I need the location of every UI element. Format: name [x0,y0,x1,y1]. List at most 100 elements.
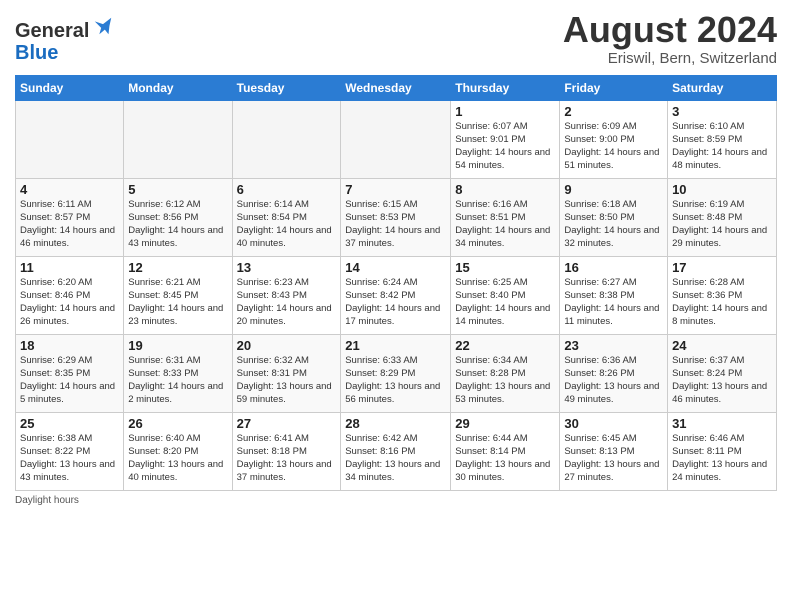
calendar-table: SundayMondayTuesdayWednesdayThursdayFrid… [15,75,777,491]
week-row-3: 18Sunrise: 6:29 AMSunset: 8:35 PMDayligh… [16,334,777,412]
day-number: 11 [20,260,119,275]
day-number: 21 [345,338,446,353]
day-number: 26 [128,416,227,431]
day-info: Sunrise: 6:40 AMSunset: 8:20 PMDaylight:… [128,432,227,485]
day-info: Sunrise: 6:25 AMSunset: 8:40 PMDaylight:… [455,276,555,329]
day-number: 22 [455,338,555,353]
calendar-cell: 23Sunrise: 6:36 AMSunset: 8:26 PMDayligh… [560,334,668,412]
day-number: 9 [564,182,663,197]
day-info: Sunrise: 6:09 AMSunset: 9:00 PMDaylight:… [564,120,663,173]
day-info: Sunrise: 6:16 AMSunset: 8:51 PMDaylight:… [455,198,555,251]
calendar-cell: 31Sunrise: 6:46 AMSunset: 8:11 PMDayligh… [668,412,777,490]
day-number: 3 [672,104,772,119]
calendar-cell: 19Sunrise: 6:31 AMSunset: 8:33 PMDayligh… [124,334,232,412]
calendar-cell: 22Sunrise: 6:34 AMSunset: 8:28 PMDayligh… [451,334,560,412]
calendar-cell: 27Sunrise: 6:41 AMSunset: 8:18 PMDayligh… [232,412,341,490]
weekday-header-friday: Friday [560,75,668,100]
day-info: Sunrise: 6:11 AMSunset: 8:57 PMDaylight:… [20,198,119,251]
calendar-cell [124,100,232,178]
calendar-cell: 25Sunrise: 6:38 AMSunset: 8:22 PMDayligh… [16,412,124,490]
week-row-2: 11Sunrise: 6:20 AMSunset: 8:46 PMDayligh… [16,256,777,334]
page: General Blue August 2024 Eriswil, Bern, … [0,0,792,612]
day-number: 1 [455,104,555,119]
day-info: Sunrise: 6:18 AMSunset: 8:50 PMDaylight:… [564,198,663,251]
weekday-header-sunday: Sunday [16,75,124,100]
month-title: August 2024 [563,10,777,50]
logo-blue-text: Blue [15,42,114,64]
calendar-cell: 13Sunrise: 6:23 AMSunset: 8:43 PMDayligh… [232,256,341,334]
day-info: Sunrise: 6:33 AMSunset: 8:29 PMDaylight:… [345,354,446,407]
day-number: 5 [128,182,227,197]
day-number: 20 [237,338,337,353]
day-info: Sunrise: 6:10 AMSunset: 8:59 PMDaylight:… [672,120,772,173]
day-number: 14 [345,260,446,275]
day-info: Sunrise: 6:29 AMSunset: 8:35 PMDaylight:… [20,354,119,407]
day-info: Sunrise: 6:20 AMSunset: 8:46 PMDaylight:… [20,276,119,329]
calendar-cell: 24Sunrise: 6:37 AMSunset: 8:24 PMDayligh… [668,334,777,412]
day-info: Sunrise: 6:24 AMSunset: 8:42 PMDaylight:… [345,276,446,329]
day-info: Sunrise: 6:14 AMSunset: 8:54 PMDaylight:… [237,198,337,251]
day-number: 23 [564,338,663,353]
logo-bird-icon [92,15,114,37]
day-info: Sunrise: 6:42 AMSunset: 8:16 PMDaylight:… [345,432,446,485]
calendar-cell: 20Sunrise: 6:32 AMSunset: 8:31 PMDayligh… [232,334,341,412]
day-info: Sunrise: 6:19 AMSunset: 8:48 PMDaylight:… [672,198,772,251]
calendar-cell: 5Sunrise: 6:12 AMSunset: 8:56 PMDaylight… [124,178,232,256]
day-number: 25 [20,416,119,431]
calendar-cell: 17Sunrise: 6:28 AMSunset: 8:36 PMDayligh… [668,256,777,334]
calendar-cell: 10Sunrise: 6:19 AMSunset: 8:48 PMDayligh… [668,178,777,256]
day-info: Sunrise: 6:37 AMSunset: 8:24 PMDaylight:… [672,354,772,407]
day-number: 28 [345,416,446,431]
day-info: Sunrise: 6:34 AMSunset: 8:28 PMDaylight:… [455,354,555,407]
day-number: 8 [455,182,555,197]
day-number: 15 [455,260,555,275]
day-info: Sunrise: 6:28 AMSunset: 8:36 PMDaylight:… [672,276,772,329]
day-number: 12 [128,260,227,275]
calendar-cell: 3Sunrise: 6:10 AMSunset: 8:59 PMDaylight… [668,100,777,178]
weekday-header-row: SundayMondayTuesdayWednesdayThursdayFrid… [16,75,777,100]
day-number: 2 [564,104,663,119]
calendar-cell: 14Sunrise: 6:24 AMSunset: 8:42 PMDayligh… [341,256,451,334]
weekday-header-monday: Monday [124,75,232,100]
subtitle: Eriswil, Bern, Switzerland [563,50,777,67]
calendar-cell: 26Sunrise: 6:40 AMSunset: 8:20 PMDayligh… [124,412,232,490]
day-info: Sunrise: 6:32 AMSunset: 8:31 PMDaylight:… [237,354,337,407]
calendar-cell: 28Sunrise: 6:42 AMSunset: 8:16 PMDayligh… [341,412,451,490]
calendar-cell: 29Sunrise: 6:44 AMSunset: 8:14 PMDayligh… [451,412,560,490]
day-info: Sunrise: 6:31 AMSunset: 8:33 PMDaylight:… [128,354,227,407]
calendar-cell: 18Sunrise: 6:29 AMSunset: 8:35 PMDayligh… [16,334,124,412]
weekday-header-tuesday: Tuesday [232,75,341,100]
calendar-cell: 15Sunrise: 6:25 AMSunset: 8:40 PMDayligh… [451,256,560,334]
day-number: 27 [237,416,337,431]
logo: General Blue [15,15,114,64]
day-number: 29 [455,416,555,431]
day-number: 16 [564,260,663,275]
weekday-header-thursday: Thursday [451,75,560,100]
day-number: 30 [564,416,663,431]
calendar-cell: 1Sunrise: 6:07 AMSunset: 9:01 PMDaylight… [451,100,560,178]
day-info: Sunrise: 6:38 AMSunset: 8:22 PMDaylight:… [20,432,119,485]
day-number: 13 [237,260,337,275]
calendar-cell: 16Sunrise: 6:27 AMSunset: 8:38 PMDayligh… [560,256,668,334]
day-number: 17 [672,260,772,275]
header: General Blue August 2024 Eriswil, Bern, … [15,10,777,67]
day-info: Sunrise: 6:12 AMSunset: 8:56 PMDaylight:… [128,198,227,251]
calendar-cell: 2Sunrise: 6:09 AMSunset: 9:00 PMDaylight… [560,100,668,178]
day-info: Sunrise: 6:07 AMSunset: 9:01 PMDaylight:… [455,120,555,173]
day-number: 19 [128,338,227,353]
day-info: Sunrise: 6:27 AMSunset: 8:38 PMDaylight:… [564,276,663,329]
calendar-cell: 8Sunrise: 6:16 AMSunset: 8:51 PMDaylight… [451,178,560,256]
logo-general: General [15,20,89,42]
weekday-header-saturday: Saturday [668,75,777,100]
day-number: 31 [672,416,772,431]
week-row-4: 25Sunrise: 6:38 AMSunset: 8:22 PMDayligh… [16,412,777,490]
footer-note: Daylight hours [15,495,777,506]
day-info: Sunrise: 6:45 AMSunset: 8:13 PMDaylight:… [564,432,663,485]
calendar-cell [232,100,341,178]
week-row-0: 1Sunrise: 6:07 AMSunset: 9:01 PMDaylight… [16,100,777,178]
weekday-header-wednesday: Wednesday [341,75,451,100]
day-info: Sunrise: 6:41 AMSunset: 8:18 PMDaylight:… [237,432,337,485]
day-number: 24 [672,338,772,353]
week-row-1: 4Sunrise: 6:11 AMSunset: 8:57 PMDaylight… [16,178,777,256]
title-area: August 2024 Eriswil, Bern, Switzerland [563,10,777,67]
